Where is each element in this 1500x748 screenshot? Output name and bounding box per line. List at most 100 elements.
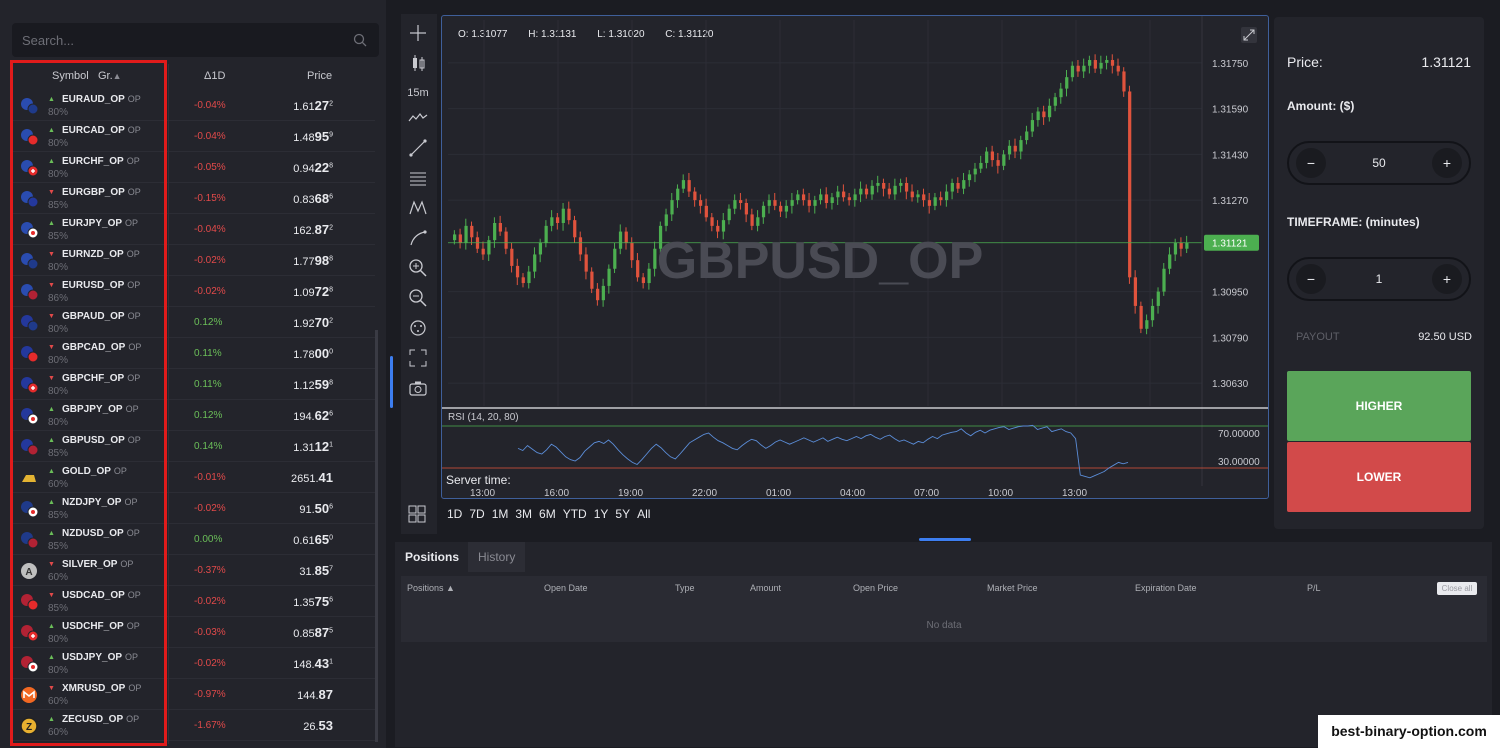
asset-row[interactable]: ▼ EURGBP_OP OP 85% -0.15% 0.83686 — [12, 183, 375, 214]
timeframe-increase-button[interactable]: + — [1432, 264, 1462, 294]
range-button[interactable]: 1D — [447, 507, 462, 521]
lower-button[interactable]: LOWER — [1287, 442, 1471, 512]
asset-row[interactable]: ▲ NZDJPY_OP OP 85% -0.02% 91.506 — [12, 493, 375, 524]
asset-row[interactable]: ▲ USDCHF_OP OP 80% -0.03% 0.85875 — [12, 617, 375, 648]
candle-body — [1168, 254, 1172, 269]
candle-body — [699, 200, 703, 206]
search-input[interactable] — [12, 23, 379, 57]
close-all-button[interactable]: Close all — [1437, 582, 1477, 595]
asset-row[interactable]: ▼ GBPAUD_OP OP 80% 0.12% 1.92702 — [12, 307, 375, 338]
time-tick-label: 19:00 — [618, 488, 643, 498]
payout-value: 92.50 USD — [1418, 331, 1472, 343]
asset-op-tag: OP — [127, 311, 141, 321]
candle-body — [893, 185, 897, 195]
positions-column-header[interactable]: Type — [675, 583, 695, 593]
asset-payout: 80% — [48, 169, 69, 180]
positions-column-header[interactable]: P/L — [1307, 583, 1321, 593]
range-button[interactable]: 1M — [492, 507, 509, 521]
asset-row[interactable]: ▼ GBPCHF_OP OP 80% 0.11% 1.12598 — [12, 369, 375, 400]
range-button[interactable]: 7D — [469, 507, 484, 521]
chart-canvas[interactable]: GBPUSD_OP 1.31750 1.31590 1.31430 1.31270 1.… — [442, 16, 1268, 498]
amount-increase-button[interactable]: + — [1432, 148, 1462, 178]
group-column-header[interactable]: Gr.▲ — [98, 70, 122, 82]
asset-price: 148.431 — [293, 656, 333, 671]
positions-column-header[interactable]: Open Date — [544, 583, 588, 593]
price-column-header[interactable]: Price — [307, 70, 332, 82]
range-button[interactable]: 6M — [539, 507, 556, 521]
pattern-icon[interactable] — [407, 197, 429, 219]
asset-row[interactable]: ▼ GBPCAD_OP OP 80% 0.11% 1.78000 — [12, 338, 375, 369]
positions-column-header[interactable]: Market Price — [987, 583, 1038, 593]
brush-icon[interactable] — [407, 227, 429, 249]
asset-price: 194.626 — [293, 408, 333, 423]
asset-row[interactable]: ▼ EURNZD_OP OP 80% -0.02% 1.77988 — [12, 245, 375, 276]
asset-row[interactable]: ▲ EURCAD_OP OP 80% -0.04% 1.48959 — [12, 121, 375, 152]
asset-list-scrollbar[interactable] — [375, 330, 378, 742]
expand-icon[interactable] — [1240, 26, 1258, 44]
candles-icon[interactable] — [407, 52, 429, 74]
candle-body — [1162, 268, 1166, 292]
range-button[interactable]: 3M — [515, 507, 532, 521]
asset-payout: 60% — [48, 479, 69, 490]
indicators-icon[interactable] — [407, 107, 429, 129]
asset-row[interactable]: ▲ EURCHF_OP OP 80% -0.05% 0.94228 — [12, 152, 375, 183]
search-icon[interactable] — [353, 33, 367, 47]
asset-row[interactable]: A ▼ SILVER_OP OP 60% -0.37% 31.857 — [12, 555, 375, 586]
search-box[interactable] — [12, 23, 379, 57]
zoom-out-icon[interactable] — [407, 287, 429, 309]
asset-row[interactable]: ▲ GOLD_OP OP 60% -0.01% 2651.41 — [12, 462, 375, 493]
range-button[interactable]: All — [637, 507, 650, 521]
asset-row[interactable]: ▼ USDCAD_OP OP 85% -0.02% 1.35756 — [12, 586, 375, 617]
panel-resize-handle[interactable] — [390, 356, 393, 408]
camera-icon[interactable] — [407, 377, 429, 399]
asset-row[interactable]: ▲ USDJPY_OP OP 80% -0.02% 148.431 — [12, 648, 375, 679]
positions-column-header[interactable]: Expiration Date — [1135, 583, 1197, 593]
interval-selector[interactable]: 15m — [407, 82, 429, 104]
positions-column-header[interactable]: Positions ▲ — [407, 583, 455, 593]
candle-body — [544, 225, 548, 244]
candle-body — [641, 277, 646, 284]
candle-body — [761, 205, 766, 218]
candle-body — [498, 223, 502, 232]
candle-body — [561, 208, 565, 223]
tab-history[interactable]: History — [468, 542, 525, 572]
symbol-column-header[interactable]: Symbol — [52, 70, 89, 82]
candle-body — [864, 188, 869, 195]
asset-payout: 85% — [48, 231, 69, 242]
asset-row[interactable]: Z ▲ ZECUSD_OP OP 60% -1.67% 26.53 — [12, 710, 375, 741]
asset-row[interactable]: ▼ EURUSD_OP OP 86% -0.02% 1.09728 — [12, 276, 375, 307]
candle-body — [681, 180, 686, 189]
asset-row[interactable]: ▲ GBPUSD_OP OP 85% 0.14% 1.31121 — [12, 431, 375, 462]
chart-resize-handle[interactable] — [919, 538, 971, 541]
higher-button[interactable]: HIGHER — [1287, 371, 1471, 441]
crosshair-icon[interactable] — [407, 22, 429, 44]
positions-column-header[interactable]: Open Price — [853, 583, 898, 593]
positions-column-header[interactable]: Amount — [750, 583, 781, 593]
asset-symbol: USDJPY_OP OP — [62, 652, 139, 663]
range-button[interactable]: 5Y — [615, 507, 630, 521]
fullscreen-icon[interactable] — [407, 347, 429, 369]
asset-row[interactable]: ▲ GBPJPY_OP OP 80% 0.12% 194.626 — [12, 400, 375, 431]
asset-payout: 80% — [48, 262, 69, 273]
candle-body — [1128, 91, 1132, 278]
asset-flag-icon — [20, 376, 39, 394]
candle-body — [555, 217, 560, 223]
fib-lines-icon[interactable] — [407, 167, 429, 189]
candle-body — [836, 191, 840, 198]
asset-row[interactable]: ▼ XMRUSD_OP OP 60% -0.97% 144.87 — [12, 679, 375, 710]
price-chart[interactable]: O: 1.31077 H: 1.31131 L: 1.31020 C: 1.31… — [441, 15, 1269, 499]
trendline-icon[interactable] — [407, 137, 429, 159]
magnet-icon[interactable] — [407, 317, 429, 339]
change-column-header[interactable]: Δ1D — [204, 70, 225, 82]
time-tick-label: 07:00 — [914, 488, 939, 498]
asset-row[interactable]: ▲ NZDUSD_OP OP 85% 0.00% 0.61650 — [12, 524, 375, 555]
zoom-in-icon[interactable] — [407, 257, 429, 279]
range-button[interactable]: 1Y — [594, 507, 609, 521]
layout-grid-icon[interactable] — [408, 505, 426, 523]
candle-body — [819, 194, 823, 201]
range-button[interactable]: YTD — [563, 507, 587, 521]
tab-positions[interactable]: Positions — [395, 542, 468, 572]
asset-row[interactable]: ▲ EURJPY_OP OP 85% -0.04% 162.872 — [12, 214, 375, 245]
arrow-up-icon: ▲ — [48, 654, 55, 661]
asset-row[interactable]: ▲ EURAUD_OP OP 80% -0.04% 1.61272 — [12, 90, 375, 121]
